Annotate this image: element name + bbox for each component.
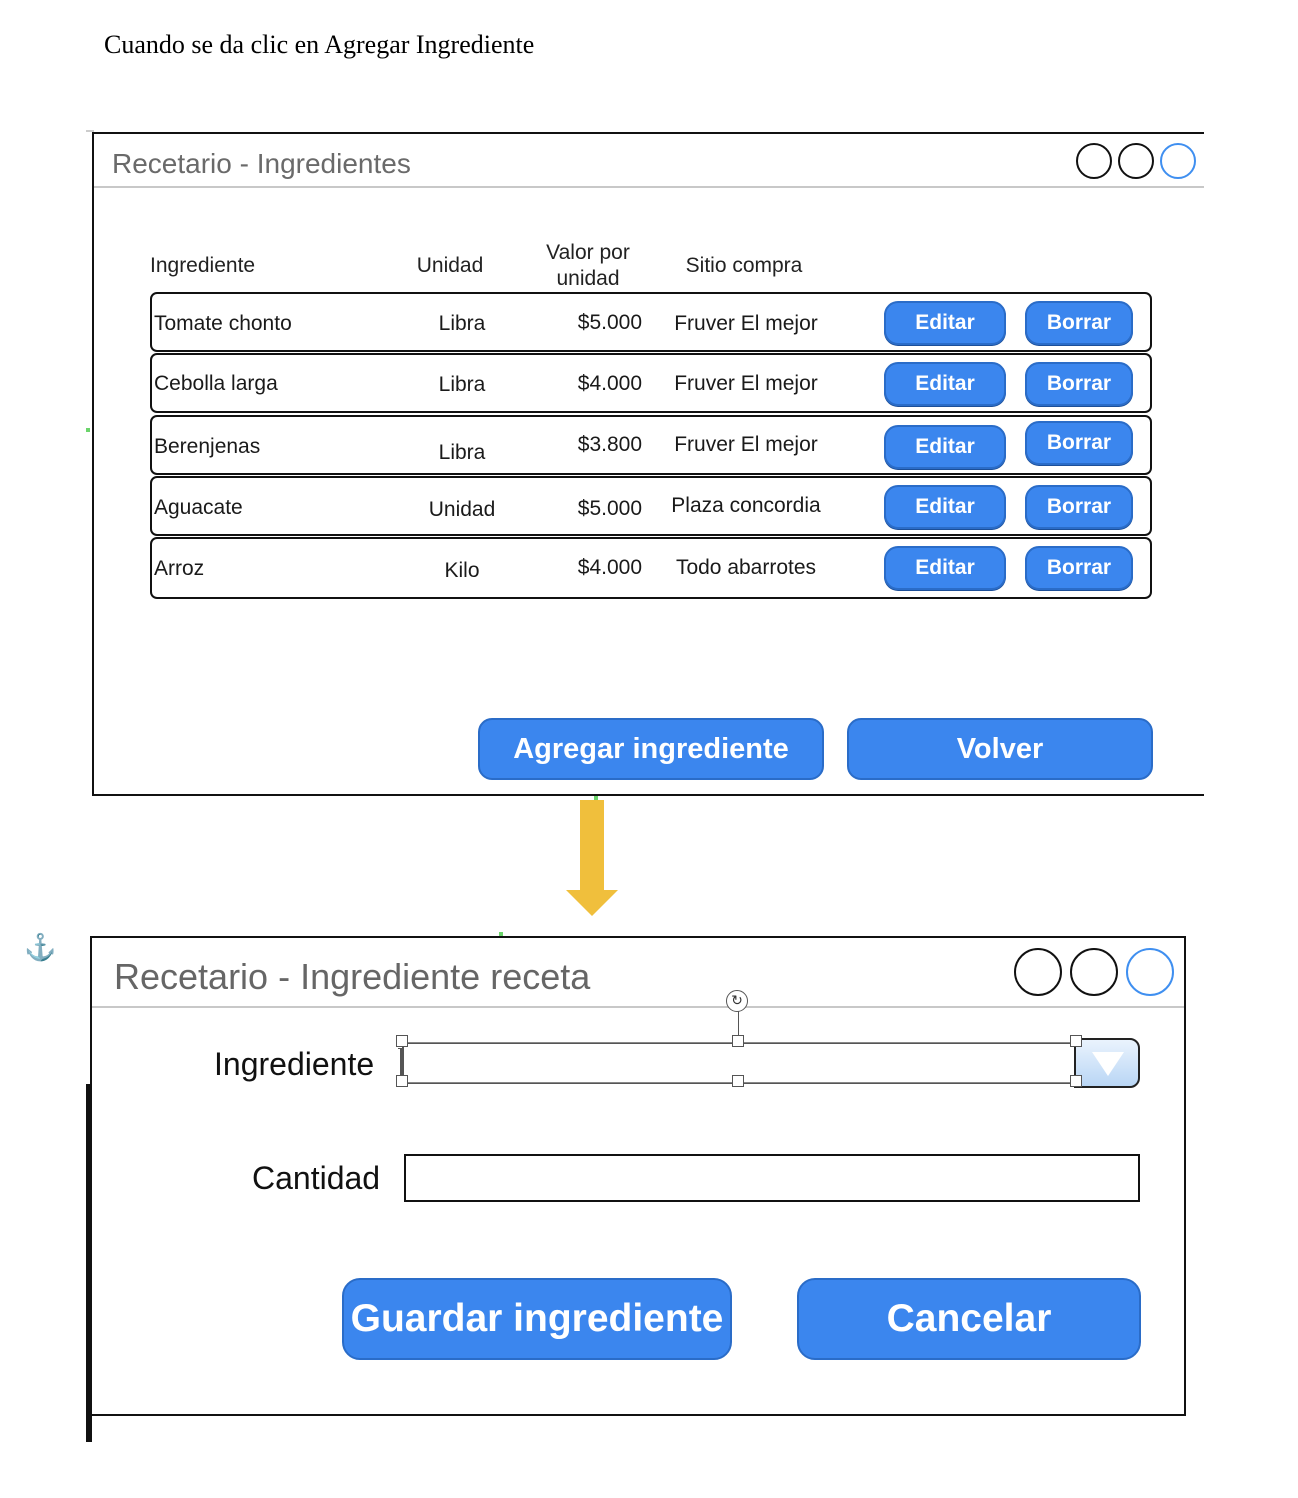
resize-handle[interactable] (732, 1075, 744, 1087)
resize-handle[interactable] (396, 1035, 408, 1047)
window-minimize-button[interactable] (1014, 948, 1062, 996)
cell-valor: $4.000 (577, 556, 642, 579)
window-minimize-button[interactable] (1076, 143, 1112, 179)
resize-handle[interactable] (396, 1075, 408, 1087)
cancel-button[interactable]: Cancelar (797, 1278, 1141, 1360)
cell-unidad: Kilo (444, 559, 480, 582)
table-row: Tomate chonto Libra $5.000 Fruver El mej… (150, 292, 1152, 352)
delete-button[interactable]: Borrar (1025, 485, 1133, 529)
cell-valor: $5.000 (577, 311, 642, 334)
window-title: Recetario - Ingrediente receta (114, 956, 591, 997)
column-header-unidad: Unidad (416, 254, 484, 277)
add-ingredient-button[interactable]: Agregar ingrediente (478, 718, 824, 780)
table-row: Cebolla larga Libra $4.000 Fruver El mej… (150, 353, 1152, 413)
ingredient-recipe-window: Recetario - Ingrediente receta Ingredien… (90, 936, 1186, 1416)
column-header-sitio: Sitio compra (685, 254, 803, 277)
delete-button[interactable]: Borrar (1025, 362, 1133, 406)
save-ingredient-button[interactable]: Guardar ingrediente (342, 1278, 732, 1360)
down-arrow-icon (580, 800, 604, 892)
table-row: Berenjenas Libra $3.800 Fruver El mejor … (150, 415, 1152, 475)
edit-button[interactable]: Editar (884, 301, 1006, 345)
ingredients-window: Recetario - Ingredientes Ingrediente Uni… (92, 132, 1204, 796)
cell-valor: $5.000 (577, 497, 642, 520)
cell-ingrediente: Aguacate (154, 496, 243, 519)
resize-handle[interactable] (732, 1035, 744, 1047)
delete-button[interactable]: Borrar (1025, 546, 1133, 590)
down-arrow-head (566, 890, 618, 916)
edit-button[interactable]: Editar (884, 546, 1006, 590)
table-row: Aguacate Unidad $5.000 Plaza concordia E… (150, 476, 1152, 536)
cell-valor: $3.800 (577, 433, 642, 456)
column-header-ingrediente: Ingrediente (150, 254, 256, 277)
resize-handle[interactable] (1070, 1075, 1082, 1087)
cell-ingrediente: Arroz (154, 557, 205, 580)
cell-ingrediente: Berenjenas (154, 435, 261, 458)
back-button[interactable]: Volver (847, 718, 1153, 780)
window-close-button[interactable] (1160, 143, 1196, 179)
cell-unidad: Unidad (428, 498, 496, 521)
delete-button[interactable]: Borrar (1025, 421, 1133, 465)
rotate-icon[interactable]: ↻ (726, 990, 748, 1012)
window-maximize-button[interactable] (1118, 143, 1154, 179)
cell-sitio: Todo abarrotes (675, 556, 817, 579)
cell-unidad: Libra (438, 441, 486, 464)
chevron-down-icon (1092, 1052, 1124, 1076)
column-header-valor-line2: unidad (556, 267, 620, 290)
cell-unidad: Libra (438, 312, 486, 335)
cell-unidad: Libra (438, 373, 486, 396)
cell-sitio: Fruver El mejor (674, 372, 818, 395)
cell-sitio: Fruver El mejor (674, 312, 818, 335)
dropdown-button[interactable] (1074, 1038, 1140, 1088)
edit-button[interactable]: Editar (884, 425, 1006, 469)
edit-button[interactable]: Editar (884, 362, 1006, 406)
window-maximize-button[interactable] (1070, 948, 1118, 996)
window-titlebar: Recetario - Ingredientes (94, 134, 1204, 188)
cell-sitio: Plaza concordia (671, 494, 821, 517)
window-close-button[interactable] (1126, 948, 1174, 996)
cell-sitio: Fruver El mejor (674, 433, 818, 456)
cell-ingrediente: Tomate chonto (154, 312, 292, 335)
window-title: Recetario - Ingredientes (112, 148, 411, 179)
window-titlebar: Recetario - Ingrediente receta (92, 938, 1184, 1008)
page-caption: Cuando se da clic en Agregar Ingrediente (104, 30, 535, 59)
column-header-valor-line1: Valor por (546, 241, 630, 264)
cantidad-input[interactable] (404, 1154, 1140, 1202)
edit-button[interactable]: Editar (884, 485, 1006, 529)
cell-ingrediente: Cebolla larga (154, 372, 278, 395)
column-header-valor: Valor por unidad (528, 240, 648, 292)
connector-point (86, 428, 90, 432)
ingrediente-label: Ingrediente (214, 1046, 375, 1082)
anchor-icon: ⚓ (24, 932, 57, 962)
table-row: Arroz Kilo $4.000 Todo abarrotes Editar … (150, 537, 1152, 599)
delete-button[interactable]: Borrar (1025, 301, 1133, 345)
resize-handle[interactable] (1070, 1035, 1082, 1047)
cantidad-label: Cantidad (252, 1160, 381, 1196)
cell-valor: $4.000 (577, 372, 642, 395)
